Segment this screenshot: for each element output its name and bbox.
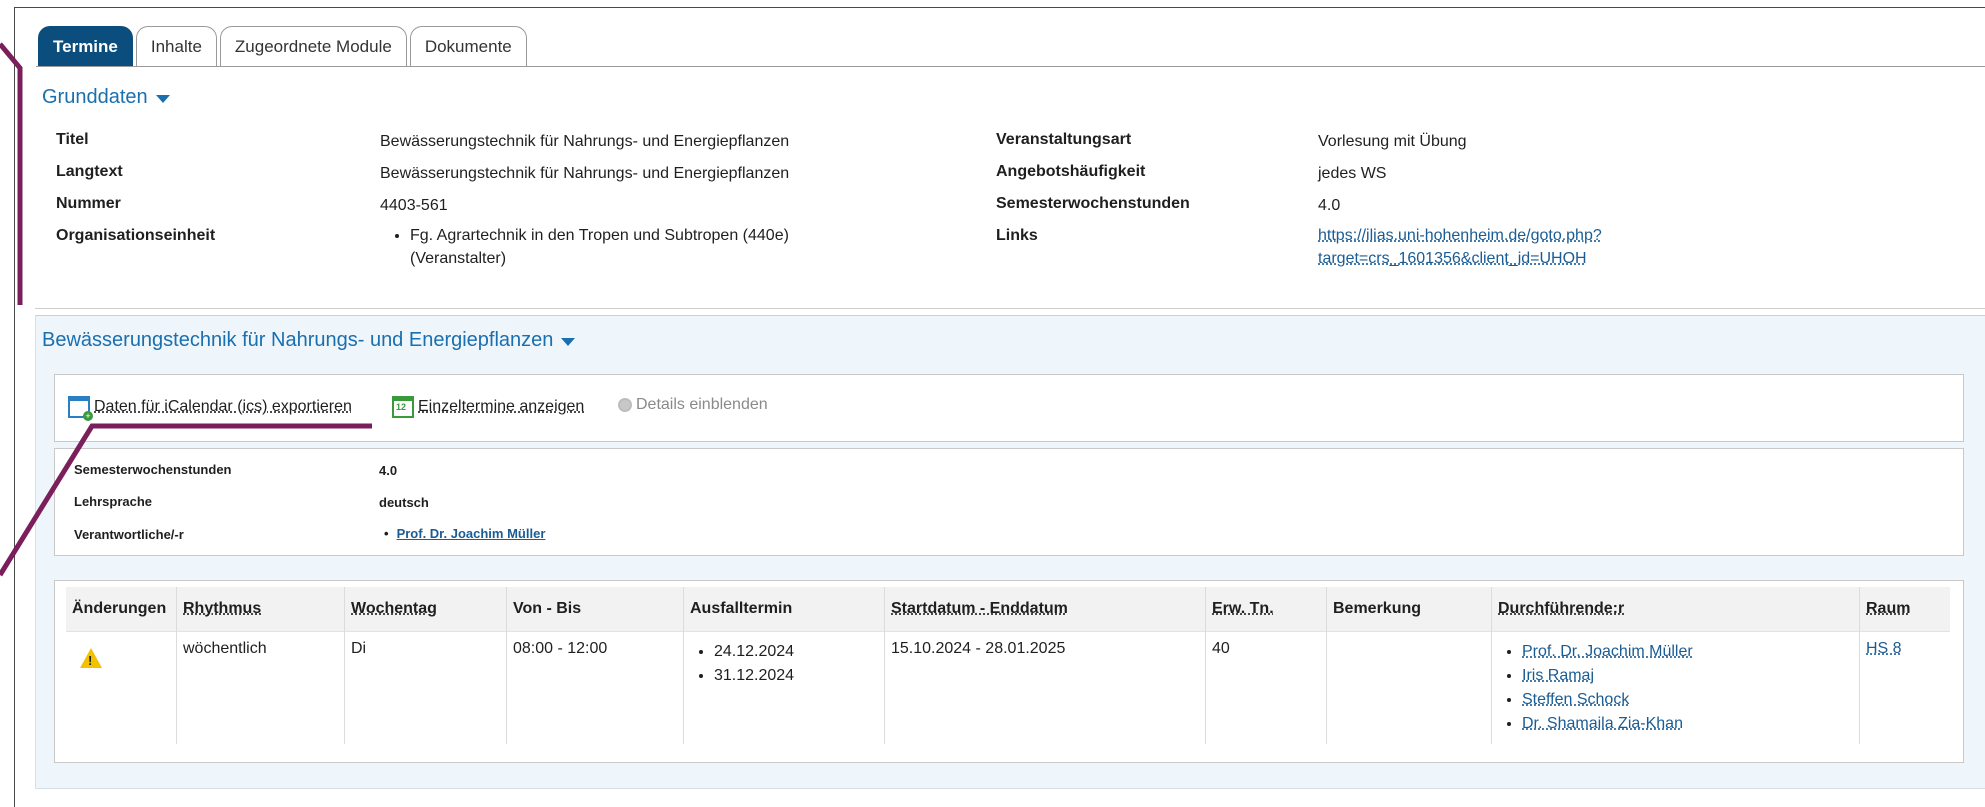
cell-start-end: 15.10.2024 - 28.01.2025 <box>884 631 1206 744</box>
col-bemerkung: Bemerkung <box>1326 587 1492 632</box>
value-titel: Bewässerungstechnik für Nahrungs- und En… <box>380 133 790 150</box>
col-wochentag[interactable]: Wochentag <box>344 587 507 632</box>
course-title: Bewässerungstechnik für Nahrungs- und En… <box>42 329 554 351</box>
list-item: 24.12.2024 <box>714 640 878 664</box>
org-item: Fg. Agrartechnik in den Tropen und Subtr… <box>410 224 789 270</box>
label-organisationseinheit: Organisationseinheit <box>56 227 216 244</box>
list-item: Prof. Dr. Joachim Müller <box>1522 640 1853 664</box>
course-info-box <box>54 448 1964 556</box>
value-angebotshaeufigkeit: jedes WS <box>1318 165 1387 182</box>
info-label-sws: Semesterwochenstunden <box>74 462 232 477</box>
tab-bar: Termine Inhalte Zugeordnete Module Dokum… <box>38 26 527 67</box>
cell-raum: HS 8 <box>1859 631 1950 744</box>
value-veranstaltungsart: Vorlesung mit Übung <box>1318 133 1467 150</box>
calendar-icon: 12 <box>392 396 414 418</box>
value-nummer: 4403-561 <box>380 197 448 214</box>
tab-dokumente[interactable]: Dokumente <box>409 26 527 67</box>
cell-ausfalltermin: 24.12.2024 31.12.2024 <box>683 631 885 744</box>
magnifier-icon <box>618 398 632 412</box>
tab-inhalte[interactable]: Inhalte <box>135 26 217 67</box>
cell-von-bis: 08:00 - 12:00 <box>506 631 684 744</box>
label-veranstaltungsart: Veranstaltungsart <box>996 131 1132 148</box>
person-link[interactable]: Steffen Schock <box>1522 691 1629 708</box>
col-erw-tn[interactable]: Erw. Tn. <box>1205 587 1327 632</box>
warning-icon[interactable]: ! <box>80 648 102 668</box>
room-link[interactable]: HS 8 <box>1866 640 1902 657</box>
person-link[interactable]: Iris Ramaj <box>1522 667 1594 684</box>
cell-aenderungen: ! <box>66 631 177 744</box>
cell-wochentag: Di <box>344 631 507 744</box>
cell-rhythmus: wöchentlich <box>176 631 345 744</box>
value-langtext: Bewässerungstechnik für Nahrungs- und En… <box>380 165 790 182</box>
cell-durchfuehrende: Prof. Dr. Joachim Müller Iris Ramaj Stef… <box>1491 631 1860 744</box>
caret-down-icon <box>155 95 170 103</box>
grunddaten-section <box>35 70 1985 309</box>
course-toggle[interactable]: Bewässerungstechnik für Nahrungs- und En… <box>42 329 576 352</box>
col-aenderungen: Änderungen <box>66 587 177 632</box>
person-link[interactable]: Dr. Shamaila Zia-Khan <box>1522 715 1683 732</box>
calendar-export-icon: + <box>68 396 93 421</box>
col-von-bis: Von - Bis <box>506 587 684 632</box>
list-item: Dr. Shamaila Zia-Khan <box>1522 712 1853 736</box>
label-langtext: Langtext <box>56 163 123 180</box>
table-row: ! wöchentlich Di 08:00 - 12:00 24.12.202… <box>66 631 1950 744</box>
cell-erw-tn: 40 <box>1205 631 1327 744</box>
info-value-lehrsprache: deutsch <box>379 495 429 510</box>
label-links: Links <box>996 227 1038 244</box>
schedule-table: Änderungen Rhythmus Wochentag Von - Bis … <box>66 587 1950 744</box>
list-item: Iris Ramaj <box>1522 664 1853 688</box>
tab-termine[interactable]: Termine <box>38 26 133 67</box>
value-semesterwochenstunden: 4.0 <box>1318 197 1341 214</box>
caret-down-icon <box>561 338 576 346</box>
value-organisationseinheit: Fg. Agrartechnik in den Tropen und Subtr… <box>390 224 789 270</box>
col-durchfuehrende[interactable]: Durchführende:r <box>1491 587 1860 632</box>
col-rhythmus[interactable]: Rhythmus <box>176 587 345 632</box>
info-value-verantwortliche: • Prof. Dr. Joachim Müller <box>384 526 546 541</box>
list-item: Steffen Schock <box>1522 688 1853 712</box>
verantwortliche-link[interactable]: Prof. Dr. Joachim Müller <box>397 526 546 541</box>
tab-divider <box>36 66 1985 67</box>
label-nummer: Nummer <box>56 195 121 212</box>
tab-zugeordnete-module[interactable]: Zugeordnete Module <box>219 26 407 67</box>
info-label-lehrsprache: Lehrsprache <box>74 494 153 509</box>
col-raum[interactable]: Raum <box>1859 587 1950 632</box>
details-button[interactable]: Details einblenden <box>618 396 768 414</box>
person-link[interactable]: Prof. Dr. Joachim Müller <box>1522 643 1693 660</box>
info-label-verantwortliche: Verantwortliche/-r <box>74 527 184 542</box>
grunddaten-toggle[interactable]: Grunddaten <box>42 86 170 109</box>
list-item: 31.12.2024 <box>714 664 878 688</box>
cell-bemerkung <box>1326 631 1492 744</box>
label-angebotshaeufigkeit: Angebotshäufigkeit <box>996 163 1146 180</box>
ilias-link[interactable]: https://ilias.uni-hohenheim.de/goto.php?… <box>1318 224 1602 270</box>
col-start-end[interactable]: Startdatum - Enddatum <box>884 587 1206 632</box>
info-value-sws: 4.0 <box>379 463 398 478</box>
export-ics-button[interactable]: + Daten für iCalendar (ics) exportieren <box>68 396 352 421</box>
einzeltermine-button[interactable]: 12 Einzeltermine anzeigen <box>392 396 584 418</box>
label-semesterwochenstunden: Semesterwochenstunden <box>996 195 1190 212</box>
grunddaten-title: Grunddaten <box>42 86 148 108</box>
label-titel: Titel <box>56 131 89 148</box>
col-ausfalltermin: Ausfalltermin <box>683 587 885 632</box>
